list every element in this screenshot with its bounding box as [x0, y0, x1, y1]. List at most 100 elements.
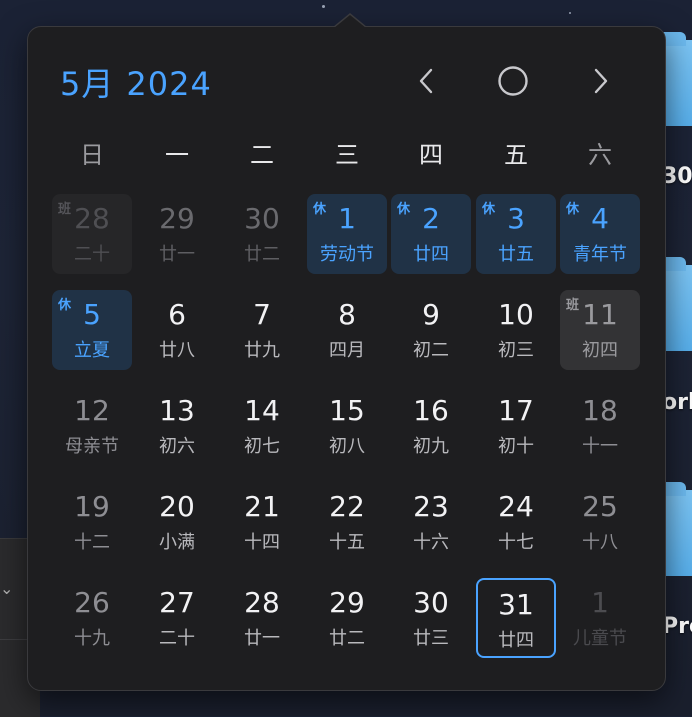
- day-cell[interactable]: 30 廿三: [391, 578, 471, 658]
- day-cell[interactable]: 18 十一: [560, 386, 640, 466]
- desktop-folder-label[interactable]: Pro: [662, 614, 692, 639]
- day-cell[interactable]: 14 初七: [222, 386, 302, 466]
- day-cell[interactable]: 1 儿童节: [560, 578, 640, 658]
- day-cell[interactable]: 20 小满: [137, 482, 217, 562]
- day-number: 4: [591, 202, 609, 235]
- lunar-date-label: 青年节: [573, 244, 627, 265]
- lunar-date-label: 初七: [244, 436, 280, 457]
- day-cell[interactable]: 7 廿九: [222, 290, 302, 370]
- lunar-date-label: 初六: [159, 436, 195, 457]
- circle-icon: [498, 66, 528, 96]
- day-number: 29: [159, 202, 195, 235]
- year-label: 2024: [126, 65, 212, 103]
- lunar-date-label: 廿二: [329, 628, 365, 649]
- calendar-popover: 5月 2024 日一二三四五六 班 28 二十 29 廿一 30 廿二休 1 劳动节休 2 廿四休 3 廿…: [27, 13, 666, 691]
- lunar-date-label: 四月: [329, 340, 365, 361]
- day-number: 1: [591, 586, 609, 619]
- lunar-date-label: 立夏: [74, 340, 110, 361]
- day-cell[interactable]: 21 十四: [222, 482, 302, 562]
- day-cell[interactable]: 16 初九: [391, 386, 471, 466]
- next-month-button[interactable]: [581, 61, 621, 101]
- day-cell[interactable]: 29 廿一: [137, 194, 217, 274]
- day-number: 30: [244, 202, 280, 235]
- day-cell[interactable]: 10 初三: [476, 290, 556, 370]
- day-cell[interactable]: 13 初六: [137, 386, 217, 466]
- lunar-date-label: 二十: [74, 244, 110, 265]
- lunar-date-label: 十一: [582, 436, 618, 457]
- day-number: 28: [244, 586, 280, 619]
- desktop-folder-label[interactable]: ork: [662, 390, 692, 415]
- day-cell[interactable]: 23 十六: [391, 482, 471, 562]
- day-number: 20: [159, 490, 195, 523]
- day-number: 24: [498, 490, 534, 523]
- day-number: 18: [582, 394, 618, 427]
- lunar-date-label: 初八: [329, 436, 365, 457]
- day-number: 29: [329, 586, 365, 619]
- day-cell[interactable]: 25 十八: [560, 482, 640, 562]
- day-cell[interactable]: 19 十二: [52, 482, 132, 562]
- lunar-date-label: 十八: [582, 532, 618, 553]
- day-cell[interactable]: 8 四月: [307, 290, 387, 370]
- day-number: 28: [74, 202, 110, 235]
- desktop-folder-label[interactable]: 30: [662, 164, 692, 189]
- day-cell[interactable]: 12 母亲节: [52, 386, 132, 466]
- lunar-date-label: 初十: [498, 436, 534, 457]
- weekday-label: 三: [335, 141, 359, 169]
- day-cell[interactable]: 休 2 廿四: [391, 194, 471, 274]
- lunar-date-label: 廿一: [244, 628, 280, 649]
- lunar-date-label: 母亲节: [65, 436, 119, 457]
- previous-month-button[interactable]: [406, 61, 446, 101]
- lunar-date-label: 十六: [413, 532, 449, 553]
- lunar-date-label: 劳动节: [320, 244, 374, 265]
- lunar-date-label: 廿一: [159, 244, 195, 265]
- day-cell[interactable]: 27 二十: [137, 578, 217, 658]
- day-cell[interactable]: 29 廿二: [307, 578, 387, 658]
- weekday-label: 六: [588, 141, 612, 169]
- day-cell-today[interactable]: 31 廿四: [476, 578, 556, 658]
- day-number: 3: [507, 202, 525, 235]
- day-number: 27: [159, 586, 195, 619]
- chevron-down-icon[interactable]: ⌄: [0, 579, 13, 598]
- popover-arrow: [334, 15, 366, 28]
- day-cell[interactable]: 15 初八: [307, 386, 387, 466]
- day-cell[interactable]: 休 5 立夏: [52, 290, 132, 370]
- day-number: 12: [74, 394, 110, 427]
- chevron-right-icon: [594, 68, 608, 94]
- lunar-date-label: 二十: [159, 628, 195, 649]
- day-number: 14: [244, 394, 280, 427]
- day-cell[interactable]: 6 廿八: [137, 290, 217, 370]
- lunar-date-label: 初九: [413, 436, 449, 457]
- today-button[interactable]: [493, 61, 533, 101]
- lunar-date-label: 初四: [582, 340, 618, 361]
- day-number: 10: [498, 298, 534, 331]
- lunar-date-label: 廿四: [413, 244, 449, 265]
- day-cell[interactable]: 17 初十: [476, 386, 556, 466]
- weekday-label: 二: [250, 141, 274, 169]
- day-number: 1: [338, 202, 356, 235]
- day-cell[interactable]: 30 廿二: [222, 194, 302, 274]
- day-cell[interactable]: 9 初二: [391, 290, 471, 370]
- month-label: 5月: [60, 65, 115, 103]
- day-number: 17: [498, 394, 534, 427]
- day-number: 21: [244, 490, 280, 523]
- day-cell[interactable]: 休 4 青年节: [560, 194, 640, 274]
- day-cell[interactable]: 28 廿一: [222, 578, 302, 658]
- day-cell[interactable]: 22 十五: [307, 482, 387, 562]
- lunar-date-label: 十九: [74, 628, 110, 649]
- day-number: 31: [498, 588, 534, 621]
- lunar-date-label: 小满: [159, 532, 195, 553]
- day-cell[interactable]: 26 十九: [52, 578, 132, 658]
- day-number: 23: [413, 490, 449, 523]
- day-cell[interactable]: 24 十七: [476, 482, 556, 562]
- day-number: 2: [422, 202, 440, 235]
- day-cell[interactable]: 班 28 二十: [52, 194, 132, 274]
- lunar-date-label: 廿八: [159, 340, 195, 361]
- day-number: 19: [74, 490, 110, 523]
- day-cell[interactable]: 休 1 劳动节: [307, 194, 387, 274]
- lunar-date-label: 廿五: [498, 244, 534, 265]
- lunar-date-label: 廿三: [413, 628, 449, 649]
- desktop-star: [569, 12, 571, 14]
- day-number: 11: [582, 298, 618, 331]
- day-cell[interactable]: 休 3 廿五: [476, 194, 556, 274]
- day-cell[interactable]: 班 11 初四: [560, 290, 640, 370]
